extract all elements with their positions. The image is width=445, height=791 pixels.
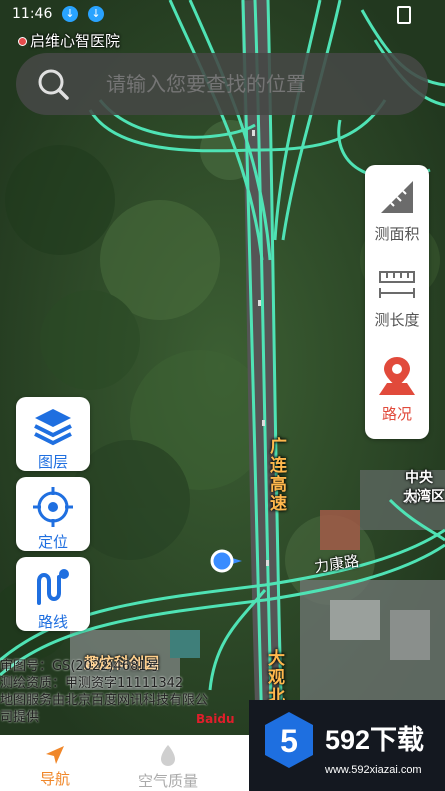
traffic-button[interactable]: 路况 xyxy=(365,355,429,424)
map-label-highway: 广连高速 xyxy=(270,437,287,514)
measure-length-icon xyxy=(379,271,415,298)
layers-icon xyxy=(34,409,72,446)
tab-label: 空气质量 xyxy=(137,772,198,790)
copyright-line: 审图号：GS(2022)4681号 xyxy=(0,659,160,674)
tool-label: 测面积 xyxy=(374,225,420,243)
tool-label: 测长度 xyxy=(374,311,420,329)
tab-navigation[interactable]: 导航 xyxy=(20,735,90,791)
search-icon xyxy=(38,69,69,100)
locate-icon xyxy=(33,487,73,527)
baidu-logo: Baidu xyxy=(196,712,235,726)
route-button[interactable]: 路线 xyxy=(16,557,90,631)
download-icon: ↓ xyxy=(88,6,104,22)
ruler-icon xyxy=(381,181,413,213)
navigation-arrow-icon xyxy=(46,746,64,764)
copyright-line: 测绘资质：甲测资字11111342 xyxy=(0,676,184,691)
traffic-icon xyxy=(379,357,415,395)
layers-label: 图层 xyxy=(37,453,68,471)
watermark-url: www.592xiazai.com xyxy=(325,764,422,776)
status-bar: 11:46 ↓ ↓ xyxy=(0,0,445,30)
copyright-line: 地图服务由北京百度网讯科技有限公 xyxy=(0,693,209,708)
map-poi-hospital[interactable]: 启维心智医院 xyxy=(18,30,120,51)
download-icon: ↓ xyxy=(62,6,78,22)
measure-length-button[interactable]: 测长度 xyxy=(365,269,429,330)
tab-label: 导航 xyxy=(39,770,70,788)
search-bar[interactable] xyxy=(16,53,428,115)
map-label-highway: 大观北 xyxy=(268,649,285,707)
route-icon xyxy=(37,569,69,605)
air-quality-icon xyxy=(161,745,175,766)
layers-button[interactable]: 图层 xyxy=(16,397,90,471)
map-label-poi: 大湾区 xyxy=(403,489,445,505)
watermark-banner: 5 592下载 www.592xiazai.com xyxy=(249,700,445,791)
tool-label: 路况 xyxy=(381,405,412,423)
svg-text:5: 5 xyxy=(280,723,298,759)
map-tools-panel: 测面积 测长度 路况 xyxy=(365,165,429,439)
measure-area-button[interactable]: 测面积 xyxy=(365,177,429,244)
locate-button[interactable]: 定位 xyxy=(16,477,90,551)
search-input[interactable] xyxy=(104,71,408,97)
locate-label: 定位 xyxy=(37,533,68,551)
watermark-title: 592下载 xyxy=(325,725,425,755)
battery-icon xyxy=(397,6,411,24)
route-label: 路线 xyxy=(37,613,68,631)
watermark-logo-icon: 5 xyxy=(265,712,313,768)
poi-marker-icon xyxy=(18,37,27,46)
tab-air-quality[interactable]: 空气质量 xyxy=(128,735,208,791)
status-time: 11:46 xyxy=(12,6,53,22)
current-location-icon xyxy=(210,549,242,573)
